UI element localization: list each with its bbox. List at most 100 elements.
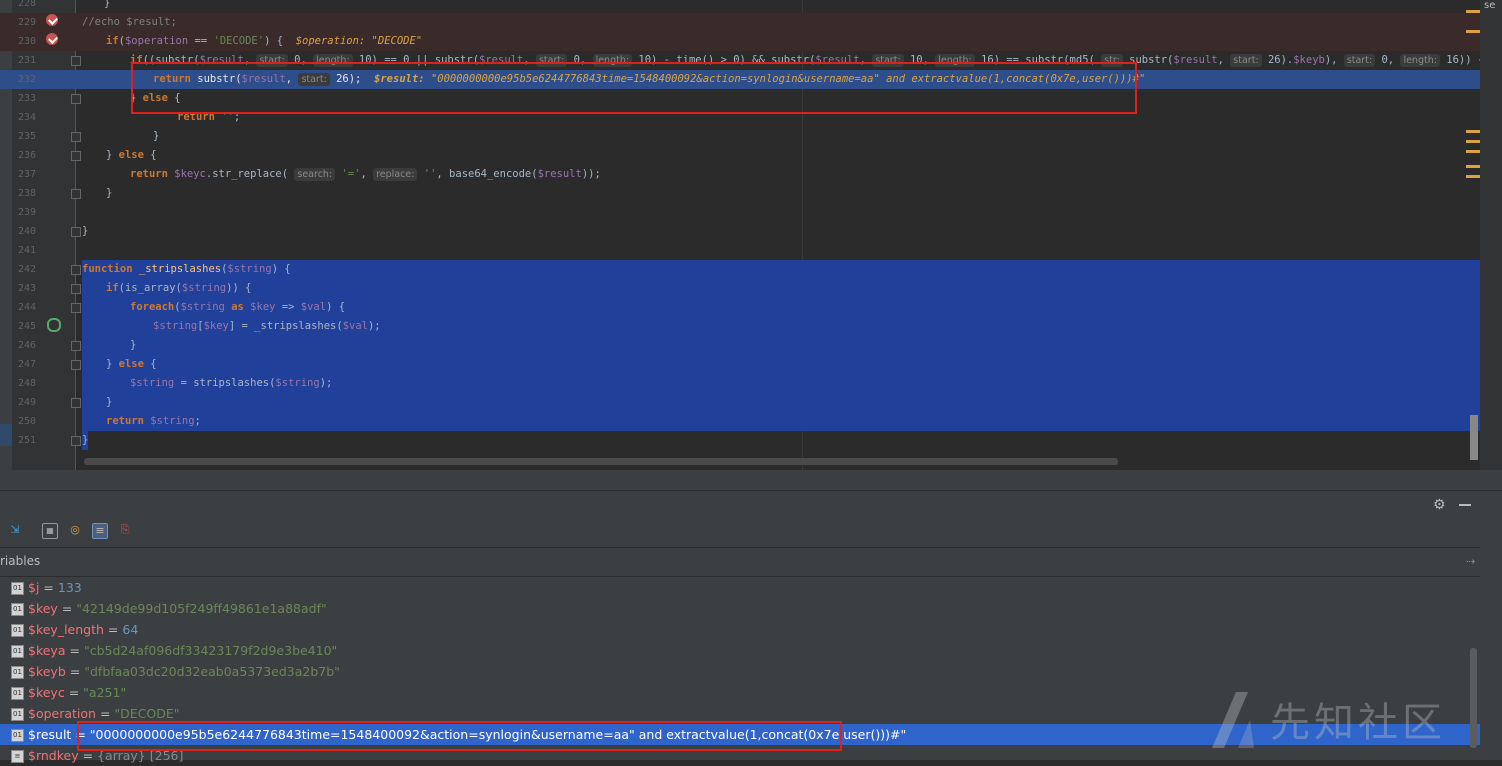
code-comment: //echo $result; (82, 16, 177, 28)
code-line[interactable]: 236 } else { (0, 146, 1480, 165)
variable-row[interactable]: 01 $j = 133 (0, 577, 1480, 598)
step-into-icon[interactable]: ⇲ (8, 523, 22, 537)
line-number: 232 (17, 74, 36, 85)
variable-name: $rndkey (28, 748, 79, 763)
variable-row[interactable]: 01 $keya = "cb5d24af096df33423179f2d9e3b… (0, 640, 1480, 661)
code-line-selected[interactable]: 245 $string[$key] = _stripslashes($val); (0, 317, 1480, 336)
horizontal-scrollbar[interactable] (84, 458, 1118, 465)
panel-separator (0, 490, 1502, 491)
line-number: 233 (17, 93, 36, 104)
code-line-selected[interactable]: 246 } (0, 336, 1480, 355)
stripe-marker[interactable] (1466, 165, 1480, 168)
variable-name: $result (28, 727, 72, 742)
code-line[interactable]: 237 return $keyc.str_replace( search: '=… (0, 165, 1480, 184)
code-line[interactable]: 240 } (0, 222, 1480, 241)
code-line-selected[interactable]: 244 foreach($string as $key => $val) { (0, 298, 1480, 317)
code-line-selected[interactable]: 250 return $string; (0, 412, 1480, 431)
code-line-selected[interactable]: 243 if(is_array($string)) { (0, 279, 1480, 298)
stripe-marker[interactable] (1466, 140, 1480, 143)
variable-value: "a251" (83, 685, 127, 700)
code-text: } (106, 396, 113, 408)
watch-icon[interactable]: ◎ (68, 523, 82, 537)
line-number: 249 (17, 397, 36, 408)
breakpoint-icon[interactable] (46, 14, 58, 26)
fold-marker-icon[interactable] (71, 360, 81, 370)
code-line[interactable]: 228 } (0, 0, 1480, 13)
variable-icon: 01 (11, 603, 24, 616)
stripe-marker[interactable] (1466, 175, 1480, 178)
line-number: 228 (17, 0, 36, 9)
code-line-selected[interactable]: 248 $string = stripslashes($string); (0, 374, 1480, 393)
code-text: } (82, 225, 89, 237)
variable-row[interactable]: 01 $keyb = "dfbfaa03dc20d32eab0a5373ed3a… (0, 661, 1480, 682)
variable-icon: 01 (11, 666, 24, 679)
vertical-scrollbar-thumb[interactable] (1470, 415, 1478, 460)
line-number: 234 (17, 112, 36, 123)
table-view-icon[interactable]: ▦ (42, 523, 58, 539)
variable-icon: 01 (11, 687, 24, 700)
panel-scrollbar[interactable] (1470, 648, 1477, 748)
variable-icon: 01 (11, 729, 24, 742)
fold-marker-icon[interactable] (71, 265, 81, 275)
stripe-marker[interactable] (1466, 30, 1480, 33)
stripe-marker[interactable] (1466, 150, 1480, 153)
fold-marker-icon[interactable] (71, 341, 81, 351)
variable-value: "DECODE" (114, 706, 180, 721)
line-number: 248 (17, 378, 36, 389)
line-number: 241 (17, 245, 36, 256)
variable-name: $key_length (28, 622, 104, 637)
code-line-selected[interactable]: 249 } (0, 393, 1480, 412)
line-number: 237 (17, 169, 36, 180)
variables-title: riables (0, 554, 41, 568)
fold-marker-icon[interactable] (71, 398, 81, 408)
breakpoint-icon[interactable] (46, 33, 58, 45)
variable-value: "dfbfaa03dc20d32eab0a5373ed3a2b7b" (84, 664, 340, 679)
code-line[interactable]: 239 (0, 203, 1480, 222)
watermark-logo-icon (1212, 692, 1254, 748)
variable-row[interactable]: 01 $key_length = 64 (0, 619, 1480, 640)
fold-marker-icon[interactable] (71, 56, 81, 66)
code-text: } (82, 431, 89, 450)
line-number: 240 (17, 226, 36, 237)
restore-layout-icon[interactable]: ⎘ (118, 523, 132, 537)
code-line[interactable]: 235 } (0, 127, 1480, 146)
stripe-marker[interactable] (1466, 130, 1480, 133)
stripe-marker[interactable] (1466, 10, 1480, 13)
code-editor[interactable]: 228 } 229 //echo $result; 230 if($operat… (0, 0, 1502, 470)
minimize-icon[interactable] (1459, 504, 1471, 506)
variable-value: 133 (57, 580, 82, 595)
code-line-breakpoint[interactable]: 229 //echo $result; (0, 13, 1480, 32)
variable-value: "cb5d24af096df33423179f2d9e3be410" (83, 643, 338, 658)
variable-row[interactable]: 01 $key = "42149de99d105f249ff49861e1a88… (0, 598, 1480, 619)
code-line-selected[interactable]: 242 function _stripslashes($string) { (0, 260, 1480, 279)
list-view-icon[interactable]: ≡ (92, 523, 108, 539)
gear-icon[interactable]: ⚙ (1433, 497, 1446, 513)
variable-value: "42149de99d105f249ff49861e1a88adf" (76, 601, 327, 616)
code-text: $string = stripslashes($string); (130, 377, 333, 389)
fold-marker-icon[interactable] (71, 132, 81, 142)
code-line[interactable]: 241 (0, 241, 1480, 260)
fold-marker-icon[interactable] (71, 227, 81, 237)
variable-row[interactable]: 01 $keyc = "a251" (0, 682, 1480, 703)
line-number: 250 (17, 416, 36, 427)
fold-marker-icon[interactable] (71, 94, 81, 104)
watermark-text: 先知社区 (1270, 700, 1446, 746)
code-text: $string[$key] = _stripslashes($val); (153, 320, 381, 332)
fold-marker-icon[interactable] (71, 189, 81, 199)
variable-icon: 01 (11, 645, 24, 658)
recursion-call-icon[interactable] (47, 318, 61, 332)
code-line[interactable]: 251 } (0, 431, 1480, 450)
code-line-breakpoint[interactable]: 230 if($operation == 'DECODE') { $operat… (0, 32, 1480, 51)
fold-marker-icon[interactable] (71, 436, 81, 446)
error-stripe (1480, 0, 1502, 470)
pin-icon[interactable]: ⇢ (1466, 555, 1475, 568)
fold-marker-icon[interactable] (71, 284, 81, 294)
edge-tab-label[interactable]: se (1484, 0, 1495, 11)
fold-marker-icon[interactable] (71, 151, 81, 161)
code-line-selected[interactable]: 247 } else { (0, 355, 1480, 374)
variable-icon: 01 (11, 582, 24, 595)
fold-marker-icon[interactable] (71, 303, 81, 313)
code-line[interactable]: 238 } (0, 184, 1480, 203)
line-number: 247 (17, 359, 36, 370)
variable-name: $operation (28, 706, 96, 721)
